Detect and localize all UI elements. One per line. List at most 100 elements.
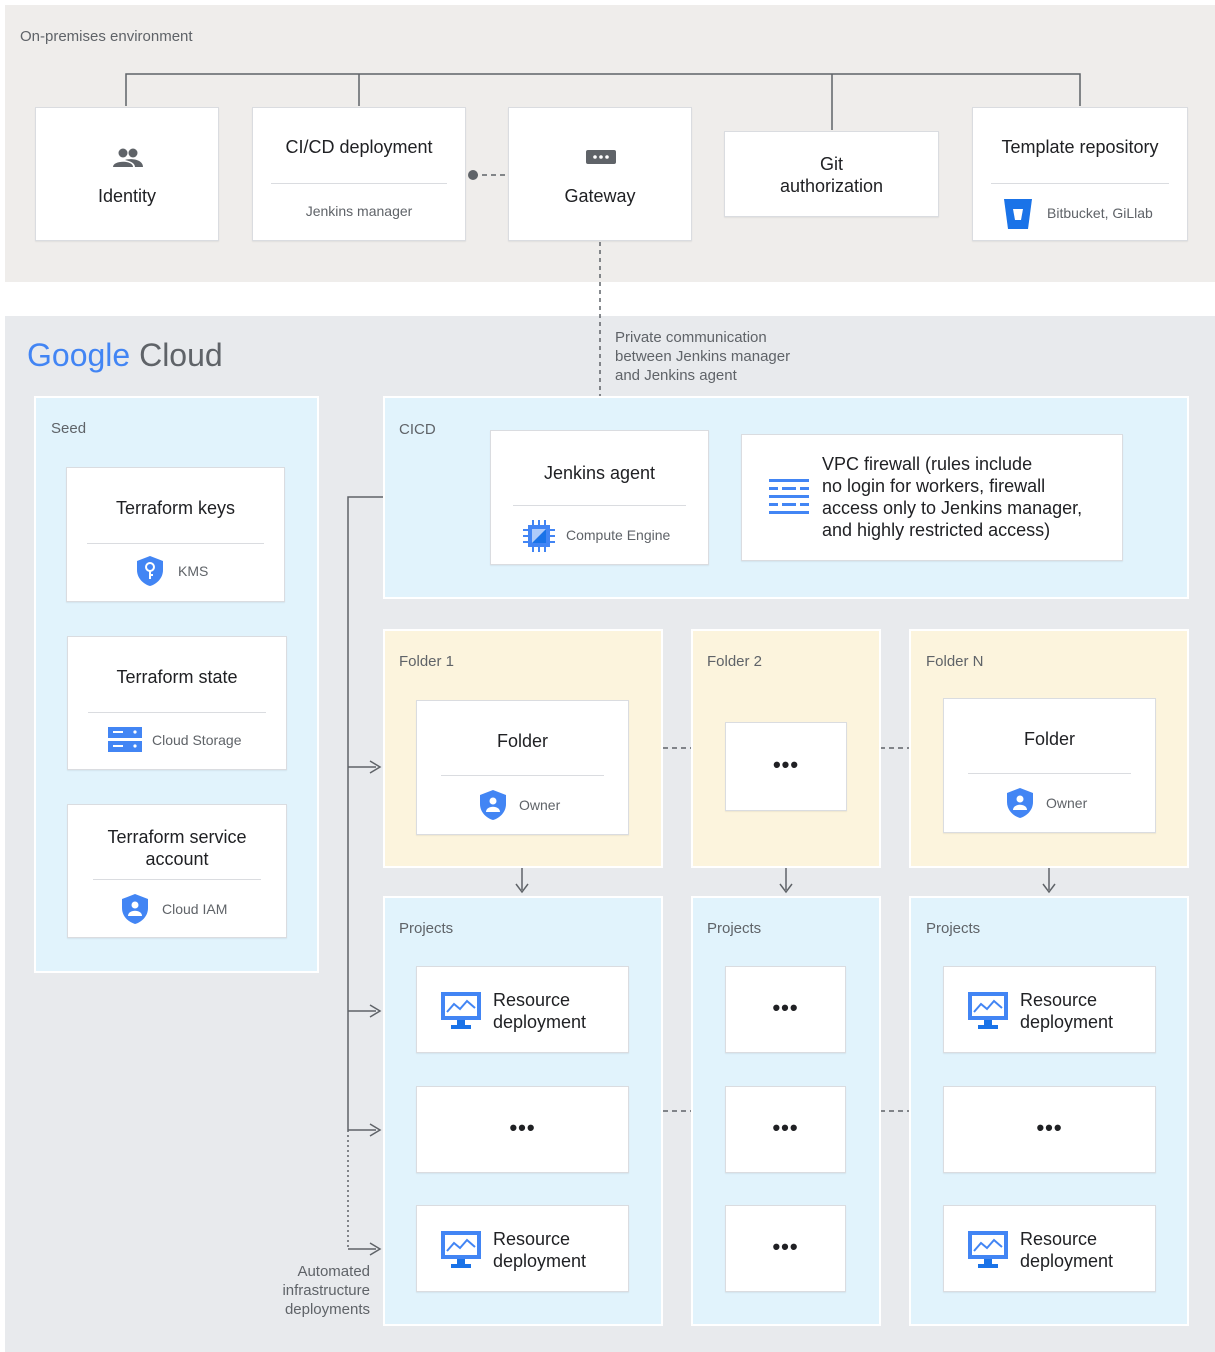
vpc-firewall-line: and highly restricted access): [822, 520, 1051, 540]
gateway-icon: [586, 150, 616, 164]
monitor-icon: [968, 992, 1008, 1029]
cloud-storage-label: Cloud Storage: [152, 732, 242, 748]
ellipsis: •••: [1036, 1115, 1063, 1140]
folder-n-card: Folder Owner: [943, 698, 1156, 833]
cloud-storage-icon: [108, 727, 142, 752]
note-line: deployments: [284, 1301, 370, 1318]
identity-title: Identity: [97, 186, 157, 206]
resource-line1: Resource: [1020, 1229, 1098, 1249]
automated-deployments-note: Automated infrastructure deployments: [230, 1262, 370, 1319]
terraform-keys-card: Terraform keys KMS: [66, 467, 285, 602]
terraform-sa-line1: Terraform service: [107, 827, 247, 847]
bitbucket-icon: [1004, 199, 1032, 229]
resource-line2: deployment: [1020, 1012, 1114, 1032]
owner-shield-icon: [1007, 788, 1033, 818]
divider: [271, 183, 447, 184]
divider: [513, 505, 686, 506]
owner-shield-icon: [480, 790, 506, 820]
divider: [87, 543, 264, 544]
resource-line1: Resource: [1020, 990, 1098, 1010]
resource-deployment-card: Resource deployment: [943, 966, 1156, 1053]
git-title-line1: Git: [819, 154, 843, 174]
compute-engine-icon: [523, 520, 555, 552]
identity-card: Identity: [35, 107, 219, 241]
note-line: Automated: [297, 1263, 370, 1280]
google-wordmark: Google: [27, 337, 131, 373]
vpc-firewall-line: VPC firewall (rules include: [822, 454, 1033, 474]
google-cloud-logo: Google Cloud: [27, 336, 223, 374]
folder-title: Folder: [1023, 729, 1076, 749]
ellipsis: •••: [772, 995, 799, 1020]
gateway-title: Gateway: [564, 186, 636, 206]
terraform-service-account-card: Terraform service account Cloud IAM: [67, 804, 287, 938]
project-placeholder-card: •••: [725, 1086, 846, 1173]
vpc-firewall-line: access only to Jenkins manager,: [822, 498, 1083, 518]
ellipsis: •••: [772, 752, 800, 777]
template-repository-card: Template repository Bitbucket, GiLlab: [972, 107, 1188, 241]
cicd-deployment-title: CI/CD deployment: [285, 137, 433, 157]
kms-label: KMS: [178, 563, 209, 579]
project-placeholder-card: •••: [416, 1086, 629, 1173]
cloud-iam-shield-icon: [122, 894, 148, 924]
divider: [88, 712, 266, 713]
note-line: infrastructure: [282, 1282, 370, 1299]
vpc-firewall-card: VPC firewall (rules include no login for…: [741, 434, 1123, 561]
gateway-card: Gateway: [508, 107, 692, 241]
template-repository-title: Template repository: [1001, 137, 1159, 157]
resource-line2: deployment: [1020, 1251, 1114, 1271]
divider: [968, 773, 1131, 774]
projects-label: Projects: [399, 920, 454, 937]
jenkins-agent-title: Jenkins agent: [543, 463, 656, 483]
folder-1-card: Folder Owner: [416, 700, 629, 835]
folder-title: Folder: [496, 731, 549, 751]
vpc-firewall-line: no login for workers, firewall: [822, 476, 1046, 496]
terraform-sa-line2: account: [145, 849, 209, 869]
owner-label: Owner: [519, 797, 561, 813]
cloud-iam-label: Cloud IAM: [162, 901, 228, 917]
note-line: between Jenkins manager: [615, 348, 791, 365]
note-line: and Jenkins agent: [615, 367, 737, 384]
folder-2-card: •••: [725, 722, 847, 811]
cicd-deployment-card: CI/CD deployment Jenkins manager: [252, 107, 466, 241]
folder-2-label: Folder 2: [707, 653, 763, 670]
owner-label: Owner: [1046, 795, 1088, 811]
resource-line2: deployment: [493, 1012, 587, 1032]
ellipsis: •••: [772, 1115, 799, 1140]
jenkins-manager-label: Jenkins manager: [305, 203, 413, 219]
monitor-icon: [441, 992, 481, 1029]
resource-line2: deployment: [493, 1251, 587, 1271]
project-placeholder-card: •••: [725, 1205, 846, 1292]
ellipsis: •••: [772, 1234, 799, 1259]
note-line: Private communication: [615, 329, 767, 346]
resource-deployment-card: Resource deployment: [943, 1205, 1156, 1292]
kms-shield-icon: [137, 556, 163, 586]
divider: [93, 879, 261, 880]
divider: [441, 775, 604, 776]
git-authorization-card: Git authorization: [724, 131, 939, 217]
folder-1-label: Folder 1: [399, 653, 455, 670]
firewall-icon: [769, 479, 809, 514]
monitor-icon: [968, 1231, 1008, 1268]
people-icon: [113, 148, 143, 167]
projects-label: Projects: [926, 920, 981, 937]
bitbucket-gitlab-label: Bitbucket, GiLlab: [1047, 205, 1153, 221]
seed-label: Seed: [51, 420, 87, 437]
project-placeholder-card: •••: [725, 966, 846, 1053]
projects-label: Projects: [707, 920, 762, 937]
resource-deployment-card: Resource deployment: [416, 966, 629, 1053]
resource-deployment-card: Resource deployment: [416, 1205, 629, 1292]
git-title-line2: authorization: [779, 176, 884, 196]
monitor-icon: [441, 1231, 481, 1268]
terraform-state-card: Terraform state Cloud Storage: [67, 636, 287, 770]
cloud-wordmark: Cloud: [139, 337, 223, 373]
resource-line1: Resource: [493, 1229, 571, 1249]
folder-n-label: Folder N: [926, 653, 984, 670]
ellipsis: •••: [509, 1115, 536, 1140]
terraform-keys-title: Terraform keys: [115, 498, 236, 518]
resource-line1: Resource: [493, 990, 571, 1010]
private-communication-note: Private communication between Jenkins ma…: [615, 328, 790, 385]
terraform-state-title: Terraform state: [116, 667, 238, 687]
divider: [991, 183, 1169, 184]
project-placeholder-card: •••: [943, 1086, 1156, 1173]
cicd-label: CICD: [399, 421, 436, 438]
